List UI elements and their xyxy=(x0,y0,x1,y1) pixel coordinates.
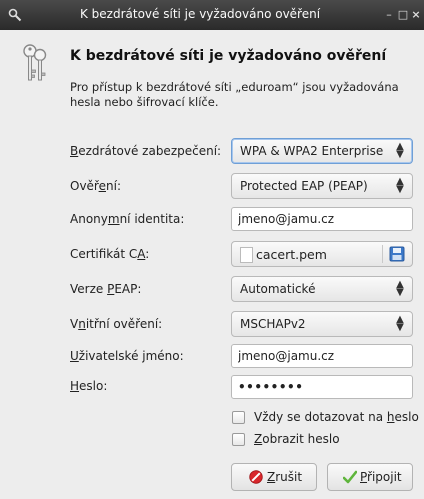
anon-identity-field[interactable] xyxy=(231,207,413,231)
anon-label: Anonymní identita: xyxy=(70,212,185,226)
connect-button[interactable]: Připojit xyxy=(327,463,413,491)
auth-combo[interactable]: Protected EAP (PEAP) ▲ ▼ xyxy=(231,173,413,199)
peap-version-value: Automatické xyxy=(240,282,316,296)
ca-file-name: cacert.pem xyxy=(256,247,327,262)
auth-label: Ověření: xyxy=(70,179,121,193)
peap-version-combo[interactable]: Automatické ▲ ▼ xyxy=(231,276,413,302)
updown-arrow-icon: ▲ ▼ xyxy=(396,176,404,195)
always-ask-label[interactable]: Vždy se dotazovat na heslo xyxy=(254,410,419,424)
cancel-button[interactable]: Zrušit xyxy=(231,463,317,491)
cancel-icon xyxy=(249,470,263,484)
ca-label: Certifikát CA: xyxy=(70,247,150,261)
security-label: Bezdrátové zabezpečení: xyxy=(70,144,222,158)
always-ask-checkbox[interactable] xyxy=(232,411,245,424)
username-field[interactable] xyxy=(231,344,413,368)
connect-label: Připojit xyxy=(360,470,402,484)
maximize-button[interactable]: □ xyxy=(397,8,409,21)
minimize-button[interactable]: – xyxy=(383,8,395,21)
username-input[interactable] xyxy=(232,345,412,367)
updown-arrow-icon: ▲ ▼ xyxy=(396,279,404,298)
cancel-label: Zrušit xyxy=(267,470,303,484)
updown-arrow-icon: ▲ ▼ xyxy=(396,141,404,160)
dialog-description: Pro přístup k bezdrátové síti „eduroam“ … xyxy=(70,80,399,109)
peap-label: Verze PEAP: xyxy=(70,282,142,296)
security-value: WPA & WPA2 Enterprise xyxy=(240,144,384,158)
keys-icon xyxy=(23,44,47,81)
search-icon xyxy=(8,8,22,22)
separator xyxy=(382,245,383,263)
dialog-heading: K bezdrátové síti je vyžadováno ověření xyxy=(70,48,387,64)
window-title: K bezdrátové síti je vyžadováno ověření xyxy=(80,7,321,21)
password-field[interactable] xyxy=(231,375,413,399)
updown-arrow-icon: ▲ ▼ xyxy=(396,314,404,333)
security-combo[interactable]: WPA & WPA2 Enterprise ▲ ▼ xyxy=(231,138,413,164)
anon-identity-input[interactable] xyxy=(232,208,412,230)
password-input[interactable] xyxy=(232,376,412,398)
connect-icon xyxy=(343,470,357,484)
inner-auth-label: Vnitřní ověření: xyxy=(70,317,163,331)
show-password-label[interactable]: Zobrazit heslo xyxy=(254,432,340,446)
auth-value: Protected EAP (PEAP) xyxy=(240,179,368,193)
auth-dialog: K bezdrátové síti je vyžadováno ověření … xyxy=(0,0,424,499)
show-password-checkbox[interactable] xyxy=(232,433,245,446)
document-icon xyxy=(240,247,253,263)
close-button[interactable]: × xyxy=(410,8,422,21)
ca-file-chooser[interactable]: cacert.pem xyxy=(231,241,413,267)
inner-auth-value: MSCHAPv2 xyxy=(240,317,306,331)
save-icon xyxy=(389,246,405,262)
username-label: Uživatelské jméno: xyxy=(70,349,184,363)
password-label: Heslo: xyxy=(70,379,108,393)
inner-auth-combo[interactable]: MSCHAPv2 ▲ ▼ xyxy=(231,311,413,337)
title-bar[interactable]: K bezdrátové síti je vyžadováno ověření … xyxy=(0,0,424,30)
